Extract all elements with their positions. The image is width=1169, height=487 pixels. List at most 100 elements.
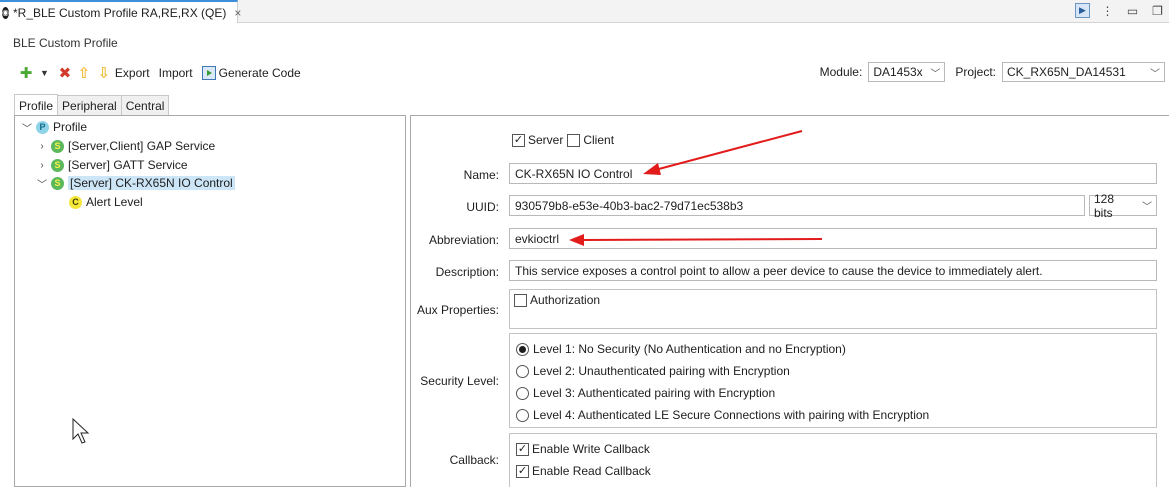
chevron-down-icon: ﹀ [1142,202,1152,213]
export-button[interactable]: Export [115,66,150,80]
tree-item-label: [Server] GATT Service [68,158,188,172]
add-icon[interactable]: ✚ [18,66,34,81]
callback-label: Callback: [449,453,499,467]
chevron-down-icon: ﹀ [930,68,941,80]
characteristic-badge-icon: C [69,195,82,209]
security-level-label: Security Level: [420,374,499,388]
aux-properties-group: Authorization [509,289,1157,329]
window-controls: ▶ ⋮ ▭ ❐ [1075,3,1165,18]
close-icon[interactable]: × [234,6,241,20]
security-option-label: Level 4: Authenticated LE Secure Connect… [533,408,930,422]
profile-tabs: Profile Peripheral Central [14,94,170,116]
project-label: Project: [955,65,996,79]
tab-profile[interactable]: Profile [14,94,59,116]
restore-icon[interactable]: ❐ [1150,3,1165,18]
chevron-right-icon[interactable]: › [36,141,48,152]
authorization-option: Authorization [514,293,600,307]
security-level-group: Level 1: No Security (No Authentication … [509,333,1157,428]
write-callback-checkbox[interactable]: ✓ [516,442,529,456]
server-label: Server [528,133,564,147]
generate-code-button[interactable]: Generate Code [219,66,301,80]
minimize-icon[interactable]: ▭ [1125,3,1140,18]
description-label: Description: [435,265,499,279]
module-project-selectors: Module: DA1453x ﹀ Project: CK_RX65N_DA14… [820,61,1165,83]
uuid-value: 930579b8-e53e-40b3-bac2-79d71ec538b3 [515,198,744,213]
tree-item-label: [Server] CK-RX65N IO Control [68,176,235,190]
description-field[interactable]: This service exposes a control point to … [509,260,1157,281]
tree-item-io-control[interactable]: ﹀ S [Server] CK-RX65N IO Control [36,174,235,192]
move-up-icon[interactable]: ⇧ [77,66,91,81]
section-title: BLE Custom Profile [13,36,118,50]
chevron-down-icon[interactable]: ▼ [40,68,49,78]
aux-properties-label: Aux Properties: [416,303,499,317]
client-label: Client [583,133,615,147]
tab-central[interactable]: Central [120,95,170,116]
editor-file-icon: ◉ [2,6,9,19]
read-callback-checkbox[interactable]: ✓ [516,464,529,478]
uuid-bits-select[interactable]: 128 bits ﹀ [1089,192,1157,220]
tree-item-label: Profile [53,120,88,134]
chevron-down-icon[interactable]: ﹀ [21,120,33,135]
security-option-label: Level 3: Authenticated pairing with Encr… [533,386,776,400]
chevron-right-icon[interactable]: › [36,160,48,171]
security-option[interactable]: Level 3: Authenticated pairing with Encr… [516,386,775,400]
tree-item-label: [Server,Client] GAP Service [68,139,216,153]
abbreviation-value: evkioctrl [515,231,560,246]
tree-item-gap-service[interactable]: › S [Server,Client] GAP Service [36,137,215,155]
uuid-field[interactable]: 930579b8-e53e-40b3-bac2-79d71ec538b3 [509,195,1085,216]
security-radio[interactable] [516,342,529,356]
callback-group: ✓ Enable Write Callback ✓ Enable Read Ca… [509,433,1157,487]
tree-item-alert-level[interactable]: C Alert Level [69,193,143,211]
service-badge-icon: S [51,176,64,190]
tree-item-label: Alert Level [86,195,143,209]
authorization-label: Authorization [530,293,601,307]
name-field[interactable]: CK-RX65N IO Control [509,163,1157,184]
security-option[interactable]: Level 2: Unauthenticated pairing with En… [516,364,790,378]
write-callback-label: Enable Write Callback [532,442,650,456]
security-option[interactable]: Level 1: No Security (No Authentication … [516,342,846,356]
app-icon[interactable]: ▶ [1075,3,1090,18]
abbreviation-label: Abbreviation: [428,233,499,247]
uuid-bits-value: 128 bits [1094,191,1115,220]
chevron-down-icon: ﹀ [1150,68,1160,80]
service-properties-panel: ✓ Server Client Name: CK-RX65N IO Contro… [410,115,1169,487]
server-checkbox[interactable]: ✓ [512,133,525,147]
project-select[interactable]: CK_RX65N_DA14531 ﹀ [1002,62,1165,82]
delete-icon[interactable]: ✖ [57,66,73,81]
module-value: DA1453x [873,65,923,79]
mouse-cursor-icon [72,418,90,444]
role-checkboxes: ✓ Server Client [512,133,614,147]
more-options-icon[interactable]: ⋮ [1100,3,1115,18]
module-label: Module: [819,65,863,79]
chevron-down-icon[interactable]: ﹀ [36,176,48,191]
editor-tab[interactable]: ◉ *R_BLE Custom Profile RA,RE,RX (QE) × [0,0,241,23]
toolbar: ✚ ▼ ✖ ⇧ ⇩ Export Import Generate Code [18,63,310,83]
security-option-label: Level 2: Unauthenticated pairing with En… [533,364,790,378]
name-value: CK-RX65N IO Control [515,166,633,181]
read-callback-label: Enable Read Callback [532,464,651,478]
security-radio[interactable] [516,364,529,378]
name-label: Name: [463,168,499,182]
project-value: CK_RX65N_DA14531 [1007,65,1126,79]
client-checkbox[interactable] [567,133,581,147]
security-radio[interactable] [516,386,529,400]
tree-item-gatt-service[interactable]: › S [Server] GATT Service [36,156,188,174]
uuid-label: UUID: [466,200,499,214]
editor-tab-title: *R_BLE Custom Profile RA,RE,RX (QE) [12,5,227,20]
read-callback-option: ✓ Enable Read Callback [516,464,651,478]
move-down-icon[interactable]: ⇩ [97,66,111,81]
generate-code-icon[interactable] [201,66,216,80]
tab-peripheral[interactable]: Peripheral [57,95,122,116]
service-badge-icon: S [51,158,64,172]
description-value: This service exposes a control point to … [515,263,1043,278]
module-select[interactable]: DA1453x ﹀ [868,62,946,82]
security-option[interactable]: Level 4: Authenticated LE Secure Connect… [516,408,929,422]
tree-item-profile[interactable]: ﹀ P Profile [21,118,87,136]
service-badge-icon: S [51,139,64,153]
abbreviation-field[interactable]: evkioctrl [509,228,1157,249]
editor-tab-strip: ◉ *R_BLE Custom Profile RA,RE,RX (QE) × … [0,0,1169,23]
authorization-checkbox[interactable] [514,293,527,307]
profile-badge-icon: P [36,120,49,134]
import-button[interactable]: Import [159,66,193,80]
security-radio[interactable] [516,408,529,422]
